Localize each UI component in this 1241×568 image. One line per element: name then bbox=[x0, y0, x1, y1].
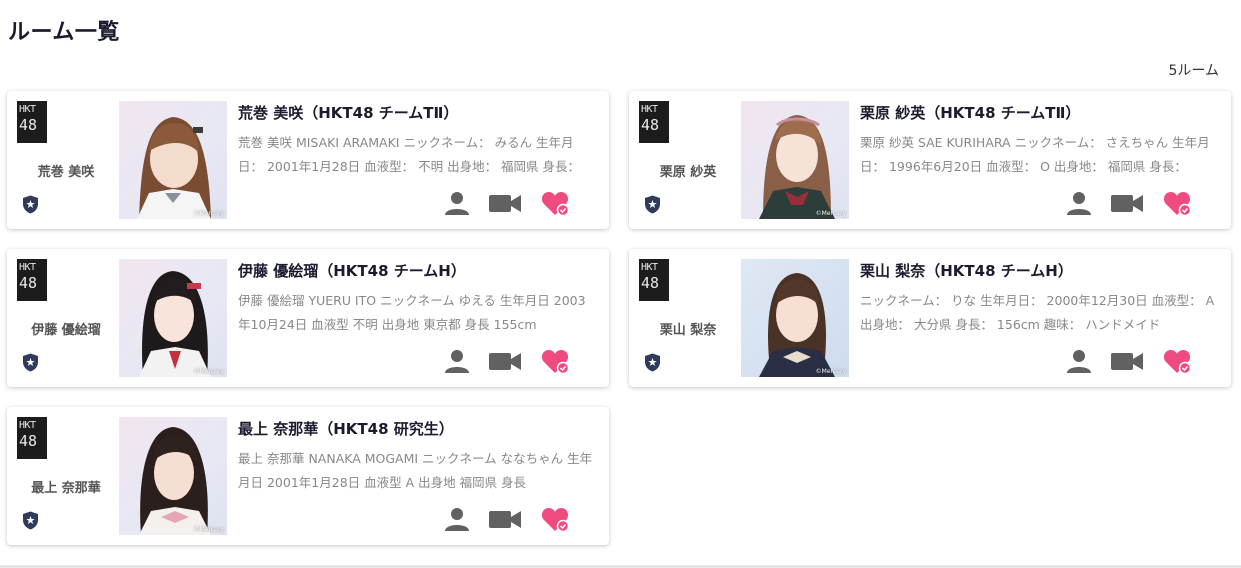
hkt48-logo: HKT 48 bbox=[17, 417, 47, 459]
room-card[interactable]: HKT 48 伊藤 優絵瑠 ©Mercury 伊藤 優絵瑠（HKT48 チームH）… bbox=[7, 249, 609, 387]
room-actions bbox=[443, 347, 593, 377]
photo-credit: ©Mercury bbox=[193, 210, 224, 217]
shield-star-icon bbox=[645, 195, 660, 214]
room-title[interactable]: 栗山 梨奈（HKT48 チームH） bbox=[860, 260, 1220, 281]
member-short-name: 最上 奈那華 bbox=[31, 481, 101, 496]
member-short-name: 栗山 梨奈 bbox=[659, 323, 717, 338]
room-title[interactable]: 最上 奈那華（HKT48 研究生） bbox=[238, 418, 598, 439]
member-photo[interactable]: ©Mercury bbox=[741, 101, 849, 219]
photo-credit: ©Mercury bbox=[193, 526, 224, 533]
video-camera-icon[interactable] bbox=[488, 347, 522, 375]
shield-star-icon bbox=[645, 353, 660, 372]
room-card[interactable]: HKT 48 栗原 紗英 ©Mercury 栗原 紗英（HKT48 チームTⅡ） … bbox=[629, 91, 1231, 229]
shield-star-icon bbox=[23, 353, 38, 372]
shield-star-icon bbox=[23, 511, 38, 530]
room-actions bbox=[1065, 347, 1215, 377]
person-icon[interactable] bbox=[1065, 347, 1093, 375]
room-actions bbox=[1065, 189, 1215, 219]
member-photo[interactable]: ©Mercury bbox=[119, 417, 227, 535]
hkt48-logo: HKT 48 bbox=[17, 259, 47, 301]
video-camera-icon[interactable] bbox=[1110, 347, 1144, 375]
member-short-name: 伊藤 優絵瑠 bbox=[31, 323, 101, 338]
room-description: 荒巻 美咲 MISAKI ARAMAKI ニックネーム： みるん 生年月日： 2… bbox=[238, 135, 581, 174]
photo-credit: ©Mercury bbox=[193, 368, 224, 375]
member-photo[interactable]: ©Mercury bbox=[119, 259, 227, 377]
room-count: 5ルーム bbox=[1168, 63, 1220, 79]
member-short-name: 栗原 紗英 bbox=[659, 165, 717, 180]
video-camera-icon[interactable] bbox=[488, 189, 522, 217]
card-left-panel: HKT 48 伊藤 優絵瑠 bbox=[7, 249, 117, 387]
room-title[interactable]: 伊藤 優絵瑠（HKT48 チームH） bbox=[238, 260, 598, 281]
card-left-panel: HKT 48 荒巻 美咲 bbox=[7, 91, 117, 229]
room-card[interactable]: HKT 48 荒巻 美咲 ©Mercury 荒巻 美咲（HKT48 チームTⅡ） … bbox=[7, 91, 609, 229]
member-short-name: 荒巻 美咲 bbox=[37, 165, 95, 180]
card-left-panel: HKT 48 栗山 梨奈 bbox=[629, 249, 739, 387]
card-left-panel: HKT 48 栗原 紗英 bbox=[629, 91, 739, 229]
room-description: 最上 奈那華 NANAKA MOGAMI ニックネーム ななちゃん 生年月日 2… bbox=[238, 451, 593, 490]
person-icon[interactable] bbox=[443, 347, 471, 375]
shield-star-icon bbox=[23, 195, 38, 214]
person-icon[interactable] bbox=[1065, 189, 1093, 217]
room-description: ニックネーム： りな 生年月日： 2000年12月30日 血液型： A 出身地：… bbox=[860, 293, 1215, 332]
room-card[interactable]: HKT 48 栗山 梨奈 ©Mercury 栗山 梨奈（HKT48 チームH） ニ… bbox=[629, 249, 1231, 387]
video-camera-icon[interactable] bbox=[1110, 189, 1144, 217]
heart-check-icon[interactable] bbox=[541, 505, 571, 533]
hkt48-logo: HKT 48 bbox=[639, 259, 669, 301]
heart-check-icon[interactable] bbox=[541, 347, 571, 375]
hkt48-logo: HKT 48 bbox=[17, 101, 47, 143]
person-icon[interactable] bbox=[443, 505, 471, 533]
room-title[interactable]: 栗原 紗英（HKT48 チームTⅡ） bbox=[860, 102, 1220, 123]
card-left-panel: HKT 48 最上 奈那華 bbox=[7, 407, 117, 545]
person-icon[interactable] bbox=[443, 189, 471, 217]
member-photo[interactable]: ©Mercury bbox=[741, 259, 849, 377]
room-description: 伊藤 優絵瑠 YUERU ITO ニックネーム ゆえる 生年月日 2003年10… bbox=[238, 293, 586, 332]
room-actions bbox=[443, 505, 593, 535]
room-description: 栗原 紗英 SAE KURIHARA ニックネーム： さえちゃん 生年月日： 1… bbox=[860, 135, 1210, 174]
member-photo[interactable]: ©Mercury bbox=[119, 101, 227, 219]
room-card[interactable]: HKT 48 最上 奈那華 ©Mercury 最上 奈那華（HKT48 研究生） … bbox=[7, 407, 609, 545]
hkt48-logo: HKT 48 bbox=[639, 101, 669, 143]
photo-credit: ©Mercury bbox=[815, 210, 846, 217]
video-camera-icon[interactable] bbox=[488, 505, 522, 533]
room-actions bbox=[443, 189, 593, 219]
heart-check-icon[interactable] bbox=[1163, 347, 1193, 375]
heart-check-icon[interactable] bbox=[541, 189, 571, 217]
page-title: ルーム一覧 bbox=[8, 20, 120, 45]
photo-credit: ©Mercury bbox=[815, 368, 846, 375]
room-title[interactable]: 荒巻 美咲（HKT48 チームTⅡ） bbox=[238, 102, 598, 123]
heart-check-icon[interactable] bbox=[1163, 189, 1193, 217]
